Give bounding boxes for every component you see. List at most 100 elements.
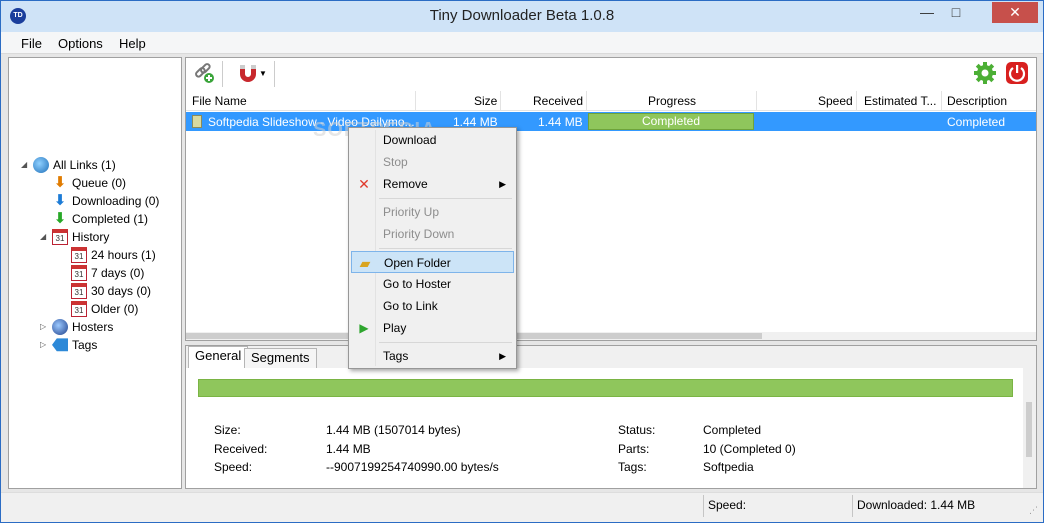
gear-icon <box>974 62 996 84</box>
tree-item-history[interactable]: ◢ 31 History <box>40 228 109 246</box>
link-add-icon <box>195 63 214 83</box>
globe-icon <box>33 156 49 173</box>
tree-item-24-hours[interactable]: 31 24 hours (1) <box>71 246 156 264</box>
submenu-arrow-icon: ▶ <box>499 351 506 361</box>
toolbar-separator <box>222 61 223 87</box>
context-menu: Download Stop ✕ Remove ▶ Priority Up Pri… <box>348 127 517 369</box>
expand-arrow-icon[interactable]: ▷ <box>40 336 46 354</box>
status-speed: Speed: <box>703 495 852 517</box>
menu-options[interactable]: Options <box>58 36 103 51</box>
menu-label: Priority Down <box>383 227 455 241</box>
tree-item-queue[interactable]: ⬇ Queue (0) <box>52 174 126 192</box>
download-arrow-icon: ⬇ <box>53 191 67 209</box>
tree-label: Tags <box>72 338 98 352</box>
close-button[interactable]: ✕ <box>992 2 1038 23</box>
menu-label: Remove <box>383 177 428 191</box>
menu-item-download[interactable]: Download <box>351 129 514 151</box>
menu-item-go-to-hoster[interactable]: Go to Hoster <box>351 273 514 295</box>
tree-item-7-days[interactable]: 31 7 days (0) <box>71 264 144 282</box>
power-icon <box>1006 62 1028 84</box>
menu-label: Open Folder <box>384 256 451 270</box>
tree-item-completed[interactable]: ⬇ Completed (1) <box>52 210 148 228</box>
menu-item-priority-up[interactable]: Priority Up <box>351 201 514 223</box>
calendar-icon: 31 <box>52 228 68 245</box>
tree-label: Hosters <box>72 320 114 334</box>
menu-separator <box>379 248 512 249</box>
menu-label: Play <box>383 321 407 335</box>
add-link-button[interactable] <box>191 61 217 87</box>
tab-segments[interactable]: Segments <box>244 348 317 368</box>
column-progress[interactable]: Progress <box>648 94 696 108</box>
speed-label: Speed: <box>214 460 253 474</box>
calendar-icon: 31 <box>71 246 87 263</box>
column-estimated-time[interactable]: Estimated T... <box>864 94 936 108</box>
tree-label: 7 days (0) <box>91 266 145 280</box>
horizontal-scrollbar[interactable] <box>186 332 1036 340</box>
vertical-scrollbar[interactable] <box>1023 368 1036 488</box>
expand-arrow-icon[interactable]: ▷ <box>40 318 46 336</box>
dropdown-arrow-icon[interactable]: ▼ <box>259 61 267 87</box>
tree-item-tags[interactable]: ▷ Tags <box>40 336 98 354</box>
collapse-arrow-icon[interactable]: ◢ <box>40 228 46 246</box>
minimize-button[interactable]: — <box>914 2 940 23</box>
submenu-arrow-icon: ▶ <box>499 179 506 189</box>
tree-item-downloading[interactable]: ⬇ Downloading (0) <box>52 191 160 210</box>
scrollbar-thumb[interactable] <box>1026 402 1032 457</box>
category-tree[interactable]: ◢ All Links (1) ⬇ Queue (0) ⬇ Downloading … <box>8 57 182 489</box>
column-divider[interactable] <box>500 91 501 111</box>
menu-item-remove[interactable]: ✕ Remove ▶ <box>351 173 514 195</box>
parts-label: Parts: <box>618 442 650 456</box>
menu-item-stop[interactable]: Stop <box>351 151 514 173</box>
status-label: Status: <box>618 423 656 437</box>
column-divider[interactable] <box>856 91 857 111</box>
menu-item-go-to-link[interactable]: Go to Link <box>351 295 514 317</box>
column-speed[interactable]: Speed <box>818 94 853 108</box>
status-bar: Speed: Downloaded: 1.44 MB ⋰ <box>1 492 1043 522</box>
column-description[interactable]: Description <box>947 94 1007 108</box>
menu-label: Stop <box>383 155 408 169</box>
status-downloaded: Downloaded: 1.44 MB <box>852 495 1030 517</box>
tree-label: Completed (1) <box>72 212 149 226</box>
maximize-button[interactable]: □ <box>943 2 969 23</box>
menu-item-play[interactable]: ▶ Play <box>351 317 514 339</box>
settings-button[interactable] <box>972 61 998 87</box>
app-window: TD Tiny Downloader Beta 1.0.8 — □ ✕ File… <box>0 0 1044 523</box>
menu-item-open-folder[interactable]: ▰ Open Folder <box>351 251 514 273</box>
resize-grip-icon[interactable]: ⋰ <box>1029 505 1038 516</box>
menu-item-tags[interactable]: Tags ▶ <box>351 345 514 367</box>
tags-value: Softpedia <box>703 460 754 474</box>
play-icon: ▶ <box>359 321 369 335</box>
tree-item-all-links[interactable]: ◢ All Links (1) <box>21 156 181 174</box>
tab-general[interactable]: General <box>188 346 249 368</box>
menu-label: Go to Hoster <box>383 277 452 291</box>
tree-label: All Links (1) <box>53 158 116 172</box>
details-panel: General Segments Size: 1.44 MB (1507014 … <box>185 345 1037 489</box>
tree-item-hosters[interactable]: ▷ Hosters <box>40 318 114 336</box>
tree-item-older[interactable]: 31 Older (0) <box>71 300 138 318</box>
tree-item-30-days[interactable]: 31 30 days (0) <box>71 282 151 300</box>
menu-file[interactable]: File <box>21 36 42 51</box>
column-divider[interactable] <box>941 91 942 111</box>
column-file-name[interactable]: File Name <box>192 94 247 108</box>
toolbar: ▼ <box>186 58 1036 90</box>
column-size[interactable]: Size <box>474 94 497 108</box>
tree-label: 30 days (0) <box>91 284 152 298</box>
magnet-button[interactable]: ▼ <box>228 61 268 87</box>
cell-received: 1.44 MB <box>538 115 583 129</box>
menu-help[interactable]: Help <box>119 36 146 51</box>
column-divider[interactable] <box>415 91 416 111</box>
parts-value: 10 (Completed 0) <box>703 442 796 456</box>
title-bar[interactable]: TD Tiny Downloader Beta 1.0.8 — □ ✕ <box>1 1 1043 32</box>
exit-button[interactable] <box>1004 61 1030 87</box>
remove-x-icon: ✕ <box>358 176 370 192</box>
calendar-icon: 31 <box>71 264 87 281</box>
column-divider[interactable] <box>756 91 757 111</box>
column-received[interactable]: Received <box>533 94 583 108</box>
cell-description: Completed <box>947 115 1006 129</box>
details-tabs: General Segments <box>186 346 1036 368</box>
column-divider[interactable] <box>586 91 587 111</box>
collapse-arrow-icon[interactable]: ◢ <box>21 156 27 174</box>
tree-label: Downloading (0) <box>72 194 160 208</box>
calendar-icon: 31 <box>71 300 87 317</box>
menu-item-priority-down[interactable]: Priority Down <box>351 223 514 245</box>
